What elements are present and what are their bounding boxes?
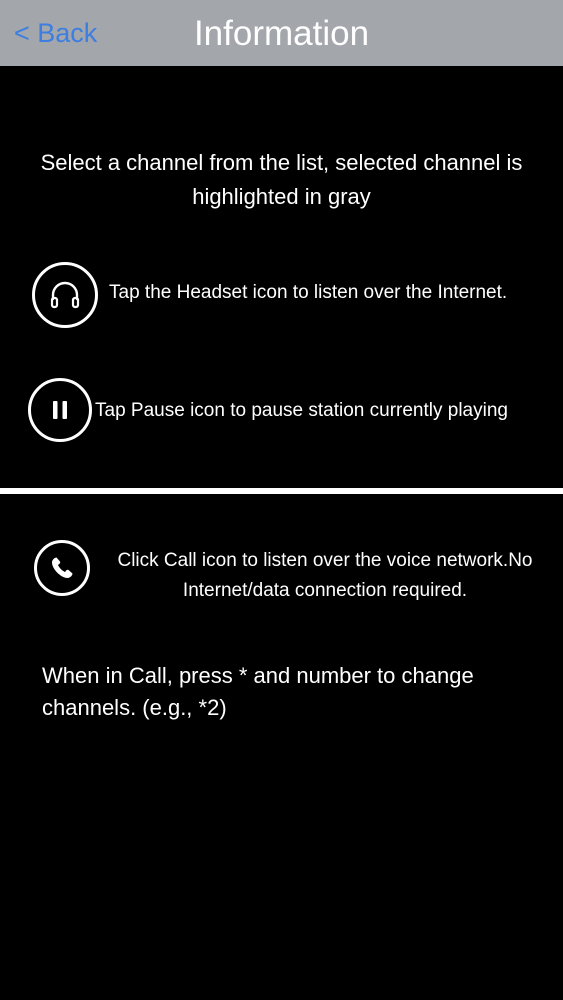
call-instruction: Click Call icon to listen over the voice… bbox=[117, 550, 533, 601]
phone-icon bbox=[34, 540, 90, 596]
pause-info-row: Tap Pause icon to pause station currentl… bbox=[0, 378, 563, 450]
page-title: Information bbox=[193, 14, 370, 53]
pause-icon bbox=[28, 378, 92, 442]
call-info-section: Click Call icon to listen over the voice… bbox=[0, 494, 563, 1000]
call-channel-note: When in Call, press * and number to chan… bbox=[42, 663, 474, 720]
intro-text: Select a channel from the list, selected… bbox=[40, 150, 523, 209]
headset-instruction: Tap the Headset icon to listen over the … bbox=[109, 282, 508, 303]
pause-instruction: Tap Pause icon to pause station currentl… bbox=[95, 400, 508, 421]
headset-icon bbox=[32, 262, 98, 328]
headset-info-row: Tap the Headset icon to listen over the … bbox=[0, 262, 563, 332]
icons-info-section: Select a channel from the list, selected… bbox=[0, 66, 563, 486]
nav-bar: < Back Information bbox=[0, 0, 563, 66]
